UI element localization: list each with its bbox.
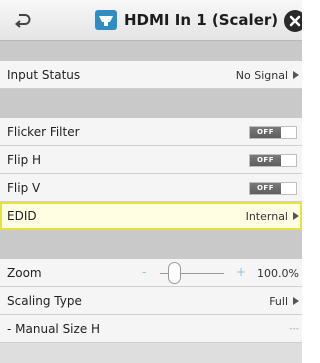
section-spacer — [0, 89, 302, 118]
edid-value: Internal — [245, 210, 288, 223]
scaling-type-label: Scaling Type — [7, 294, 82, 308]
chevron-right-icon — [293, 297, 299, 305]
footer-spacer — [0, 343, 302, 363]
return-arrow-icon[interactable] — [12, 11, 32, 29]
scaling-type-row[interactable]: Scaling Type Full — [0, 287, 302, 315]
page-title: HDMI In 1 (Scaler) — [124, 11, 279, 29]
chevron-right-icon — [293, 212, 299, 220]
hdmi-icon — [95, 10, 117, 30]
flip-v-label: Flip V — [7, 181, 41, 195]
scaler-settings-panel: HDMI In 1 (Scaler) Input Status No Signa… — [0, 0, 302, 363]
zoom-label: Zoom — [7, 266, 42, 280]
scaling-type-value: Full — [269, 295, 288, 308]
flip-h-toggle[interactable]: OFF — [249, 154, 297, 167]
manual-size-h-value: --- — [289, 324, 299, 334]
close-icon[interactable] — [284, 10, 302, 32]
zoom-increase-button[interactable]: + — [236, 265, 246, 279]
zoom-decrease-button[interactable]: - — [142, 265, 146, 279]
flicker-filter-label: Flicker Filter — [7, 125, 80, 139]
zoom-value: 100.0% — [257, 267, 299, 280]
input-status-row[interactable]: Input Status No Signal — [0, 61, 302, 89]
flip-h-label: Flip H — [7, 153, 42, 167]
section-spacer — [0, 41, 302, 61]
toggle-state-label: OFF — [250, 183, 281, 194]
zoom-row: Zoom - + 100.0% — [0, 259, 302, 287]
toggle-state-label: OFF — [250, 127, 281, 138]
flip-v-toggle[interactable]: OFF — [249, 182, 297, 195]
section-spacer — [0, 230, 302, 259]
edid-label: EDID — [7, 209, 37, 223]
toggle-state-label: OFF — [250, 155, 281, 166]
manual-size-h-row: - Manual Size H --- — [0, 315, 302, 343]
input-status-label: Input Status — [7, 68, 81, 82]
edid-row[interactable]: EDID Internal — [0, 202, 302, 230]
flip-v-row: Flip V OFF — [0, 174, 302, 202]
zoom-slider-handle[interactable] — [168, 262, 181, 284]
flicker-filter-toggle[interactable]: OFF — [249, 126, 297, 139]
chevron-right-icon — [293, 71, 299, 79]
manual-size-h-label: - Manual Size H — [7, 322, 101, 336]
input-status-value: No Signal — [235, 69, 288, 82]
flip-h-row: Flip H OFF — [0, 146, 302, 174]
page-title-group: HDMI In 1 (Scaler) — [95, 9, 278, 31]
title-bar: HDMI In 1 (Scaler) — [0, 0, 302, 41]
flicker-filter-row: Flicker Filter OFF — [0, 118, 302, 146]
